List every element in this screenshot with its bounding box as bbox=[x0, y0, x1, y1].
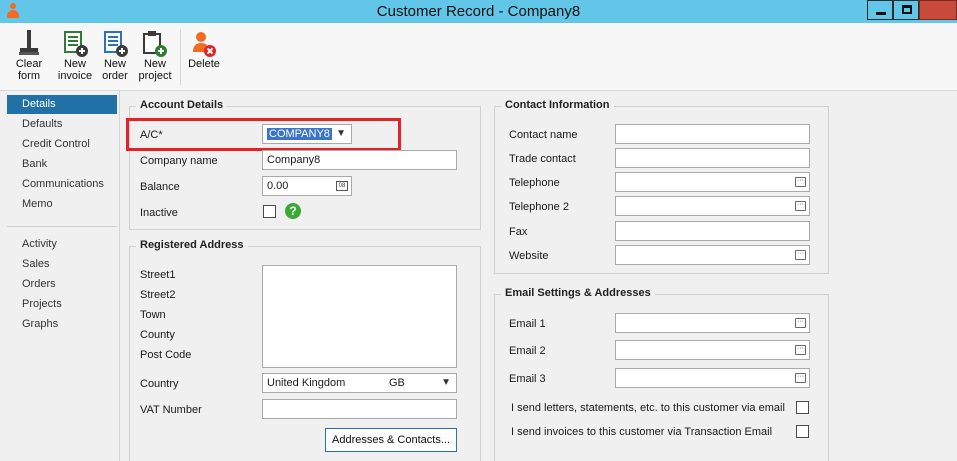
telephone2-label: Telephone 2 bbox=[509, 201, 569, 213]
ellipsis-icon[interactable]: ··· bbox=[795, 318, 806, 328]
balance-value: 0.00 bbox=[267, 180, 289, 192]
new-project-button[interactable]: New project bbox=[134, 28, 176, 88]
delete-button[interactable]: Delete bbox=[184, 28, 224, 88]
balance-label: Balance bbox=[140, 181, 180, 193]
country-dropdown[interactable]: United Kingdom GB ▼ bbox=[262, 373, 457, 393]
highlight-rectangle bbox=[126, 118, 401, 151]
maximize-button[interactable] bbox=[893, 0, 919, 20]
new-order-button[interactable]: New order bbox=[95, 28, 135, 88]
ellipsis-icon[interactable]: ··· bbox=[795, 177, 806, 187]
telephone-field[interactable]: ··· bbox=[615, 172, 810, 192]
close-button[interactable] bbox=[919, 0, 957, 20]
balance-field[interactable]: 0.00 08 bbox=[262, 176, 352, 196]
window-title: Customer Record - Company8 bbox=[376, 3, 581, 20]
country-code: GB bbox=[389, 377, 405, 389]
country-value: United Kingdom bbox=[267, 377, 346, 389]
contact-information-group: Contact Information Contact name Trade c… bbox=[494, 99, 829, 274]
sidebar-item-graphs[interactable]: Graphs bbox=[7, 315, 117, 334]
street1-label: Street1 bbox=[140, 269, 176, 281]
contact-name-field[interactable] bbox=[615, 124, 810, 144]
send-letters-checkbox[interactable] bbox=[796, 401, 809, 414]
email2-field[interactable]: ··· bbox=[615, 340, 810, 360]
email3-field[interactable]: ··· bbox=[615, 368, 810, 388]
inactive-checkbox[interactable] bbox=[263, 205, 276, 218]
send-invoices-label: I send invoices to this customer via Tra… bbox=[511, 426, 773, 438]
sidebar-item-projects[interactable]: Projects bbox=[7, 295, 117, 314]
country-label: Country bbox=[140, 378, 179, 390]
contact-name-label: Contact name bbox=[509, 129, 578, 141]
clear-form-button[interactable]: Clear form bbox=[8, 28, 50, 88]
help-icon[interactable]: ? bbox=[285, 203, 301, 219]
chevron-down-icon: ▼ bbox=[441, 377, 451, 388]
website-label: Website bbox=[509, 250, 549, 262]
new-invoice-button[interactable]: New invoice bbox=[54, 28, 96, 88]
sidebar-item-orders[interactable]: Orders bbox=[7, 275, 117, 294]
town-label: Town bbox=[140, 309, 166, 321]
toolbar-separator bbox=[180, 29, 181, 85]
website-field[interactable]: ··· bbox=[615, 245, 810, 265]
ellipsis-icon[interactable]: ··· bbox=[795, 201, 806, 211]
sidebar-divider bbox=[7, 226, 117, 227]
email1-label: Email 1 bbox=[509, 318, 546, 330]
invoice-add-icon bbox=[54, 28, 96, 58]
telephone2-field[interactable]: ··· bbox=[615, 196, 810, 216]
order-add-icon bbox=[95, 28, 135, 58]
minimize-button[interactable] bbox=[867, 0, 893, 20]
clipboard-add-icon bbox=[134, 28, 176, 58]
email-settings-title: Email Settings & Addresses bbox=[501, 287, 655, 299]
email1-field[interactable]: ··· bbox=[615, 313, 810, 333]
sidebar-item-activity[interactable]: Activity bbox=[7, 235, 117, 254]
broom-icon bbox=[8, 28, 50, 58]
company-name-field[interactable]: Company8 bbox=[262, 150, 457, 170]
sidebar-item-bank[interactable]: Bank bbox=[7, 155, 117, 174]
addresses-contacts-button[interactable]: Addresses & Contacts... bbox=[325, 428, 457, 452]
sidebar-item-communications[interactable]: Communications bbox=[7, 175, 117, 194]
main-content: Account Details A/C* COMPANY8 ▼ Company … bbox=[121, 91, 957, 461]
ellipsis-icon[interactable]: ··· bbox=[795, 345, 806, 355]
delete-person-icon bbox=[184, 28, 224, 58]
email-settings-group: Email Settings & Addresses Email 1 ··· E… bbox=[494, 287, 829, 461]
account-details-group: Account Details A/C* COMPANY8 ▼ Company … bbox=[126, 99, 481, 230]
registered-address-group: Registered Address Street1 Street2 Town … bbox=[129, 239, 481, 461]
fax-field[interactable] bbox=[615, 221, 810, 241]
ellipsis-icon[interactable]: ··· bbox=[795, 250, 806, 260]
account-details-title: Account Details bbox=[136, 99, 228, 111]
email3-label: Email 3 bbox=[509, 373, 546, 385]
title-bar: Customer Record - Company8 bbox=[0, 0, 957, 23]
send-letters-label: I send letters, statements, etc. to this… bbox=[511, 402, 785, 414]
sidebar-item-defaults[interactable]: Defaults bbox=[7, 115, 117, 134]
vat-number-field[interactable] bbox=[262, 399, 457, 419]
county-label: County bbox=[140, 329, 175, 341]
email2-label: Email 2 bbox=[509, 345, 546, 357]
street2-label: Street2 bbox=[140, 289, 176, 301]
company-name-label: Company name bbox=[140, 155, 218, 167]
sidebar-item-sales[interactable]: Sales bbox=[7, 255, 117, 274]
sidebar-item-credit-control[interactable]: Credit Control bbox=[7, 135, 117, 154]
registered-address-title: Registered Address bbox=[136, 239, 248, 251]
ellipsis-icon[interactable]: ··· bbox=[795, 373, 806, 383]
send-invoices-checkbox[interactable] bbox=[796, 425, 809, 438]
toolbar: Clear form New invoice New order New pro… bbox=[0, 23, 957, 91]
fax-label: Fax bbox=[509, 226, 528, 238]
telephone-label: Telephone bbox=[509, 177, 560, 189]
sidebar-item-details[interactable]: Details bbox=[7, 95, 117, 114]
address-textarea[interactable] bbox=[262, 265, 457, 368]
inactive-label: Inactive bbox=[140, 207, 178, 219]
contact-information-title: Contact Information bbox=[501, 99, 614, 111]
sidebar-item-memo[interactable]: Memo bbox=[7, 195, 117, 214]
postcode-label: Post Code bbox=[140, 349, 192, 361]
calculator-icon[interactable]: 08 bbox=[336, 181, 348, 191]
vat-number-label: VAT Number bbox=[140, 404, 202, 416]
trade-contact-field[interactable] bbox=[615, 148, 810, 168]
trade-contact-label: Trade contact bbox=[509, 153, 576, 165]
sidebar: Details Defaults Credit Control Bank Com… bbox=[0, 91, 120, 461]
